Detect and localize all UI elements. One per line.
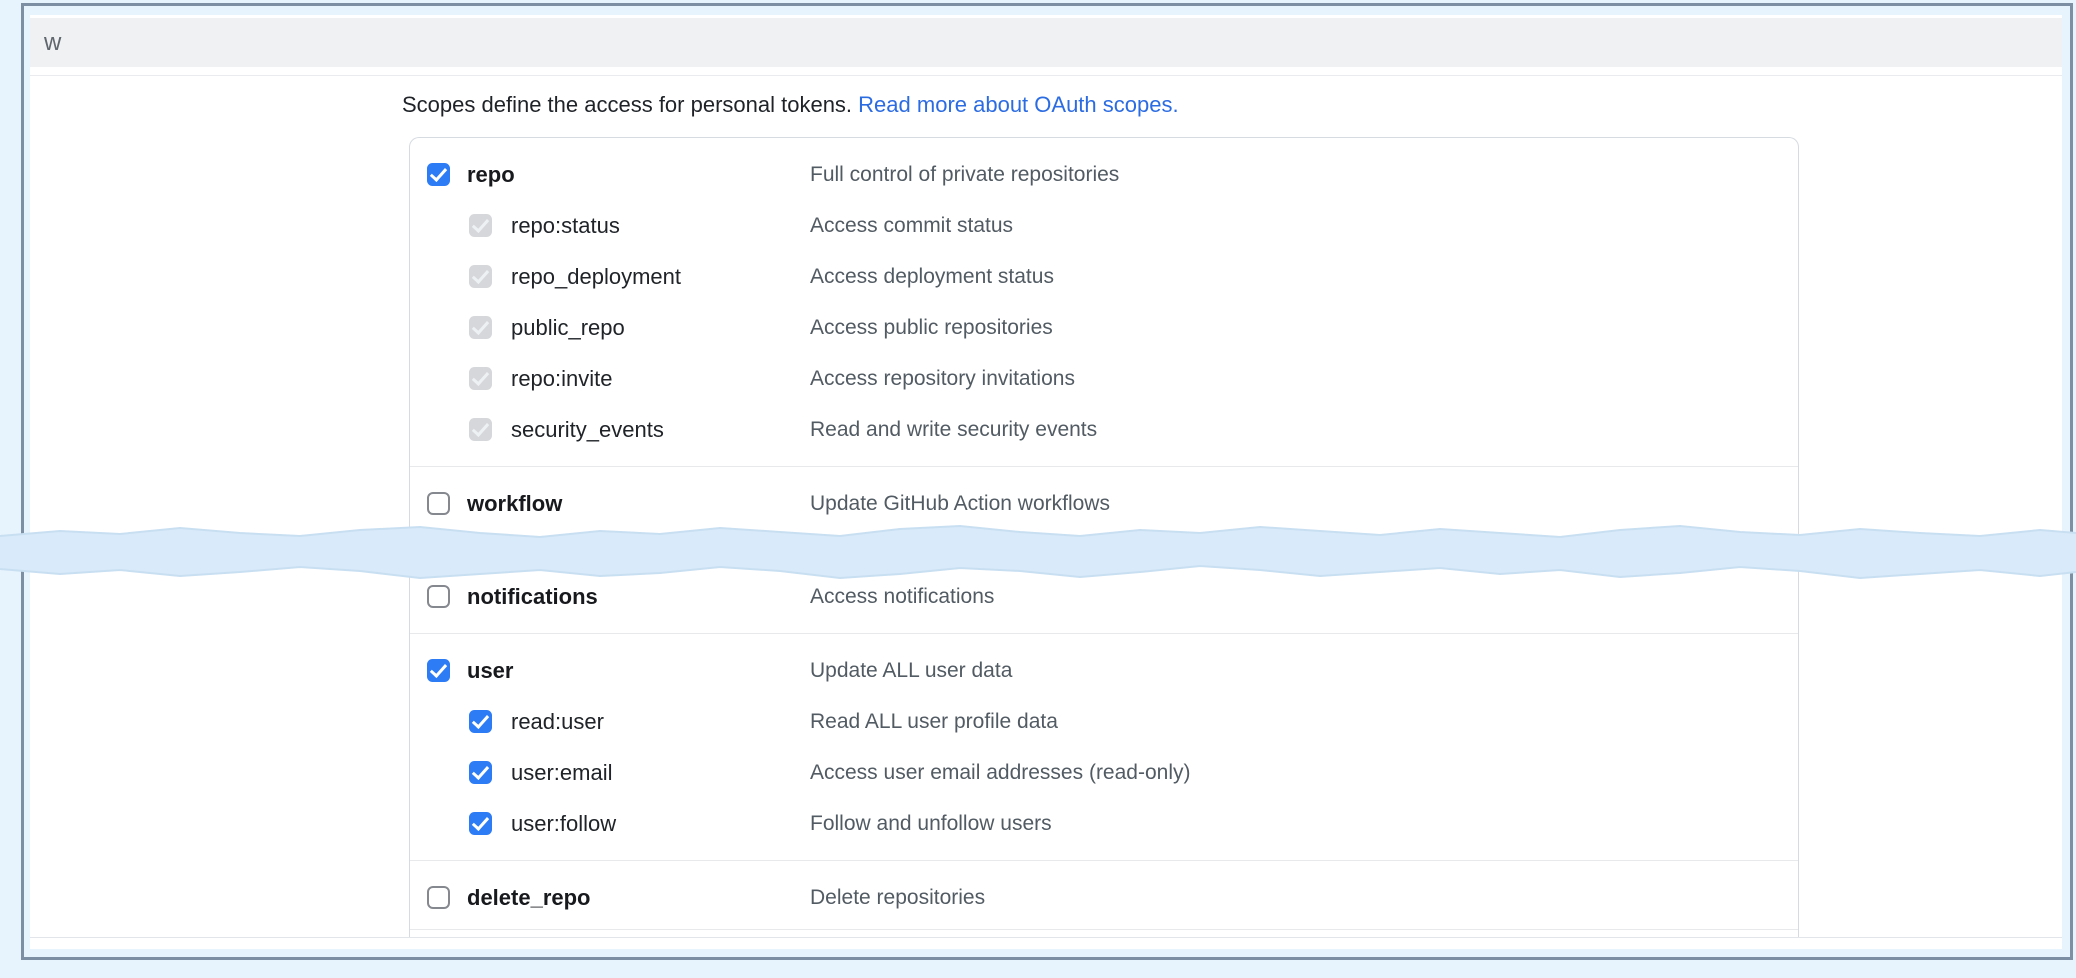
checkbox-repo-status bbox=[469, 214, 492, 237]
scope-description: Delete repositories bbox=[810, 886, 985, 910]
scope-label[interactable]: read:user bbox=[511, 709, 604, 735]
scope-label[interactable]: workflow bbox=[467, 491, 562, 517]
scope-group-workflow: workflow Update GitHub Action workflows bbox=[410, 467, 1798, 540]
content-bottom-divider bbox=[30, 937, 2062, 938]
checkbox-user-email[interactable] bbox=[469, 761, 492, 784]
scope-description: Access user email addresses (read-only) bbox=[810, 761, 1190, 785]
checkbox-workflow[interactable] bbox=[427, 492, 450, 515]
scope-label: repo:status bbox=[511, 213, 620, 239]
scope-group-notifications: notifications Access notifications bbox=[410, 560, 1798, 633]
scope-description: Access notifications bbox=[810, 585, 994, 609]
scope-label: repo_deployment bbox=[511, 264, 681, 290]
checkbox-security-events bbox=[469, 418, 492, 441]
scope-row-repo: repo Full control of private repositorie… bbox=[410, 149, 1798, 200]
scopes-note-text: Scopes define the access for personal to… bbox=[402, 92, 852, 117]
scope-row-user-follow: user:follow Follow and unfollow users bbox=[410, 798, 1798, 849]
scope-description: Access deployment status bbox=[810, 265, 1054, 289]
scope-row-read-user: read:user Read ALL user profile data bbox=[410, 696, 1798, 747]
scope-label[interactable]: repo bbox=[467, 162, 515, 188]
scope-group-user: user Update ALL user data read:user Read… bbox=[410, 634, 1798, 860]
scope-description: Update GitHub Action workflows bbox=[810, 492, 1110, 516]
scope-description: Read ALL user profile data bbox=[810, 710, 1058, 734]
scope-description: Access commit status bbox=[810, 214, 1013, 238]
scopes-list: repo Full control of private repositorie… bbox=[409, 137, 1799, 938]
scope-row-user: user Update ALL user data bbox=[410, 645, 1798, 696]
checkbox-repo-invite bbox=[469, 367, 492, 390]
checkbox-read-user[interactable] bbox=[469, 710, 492, 733]
token-scopes-section: Scopes define the access for personal to… bbox=[30, 76, 2062, 938]
scope-row-user-email: user:email Access user email addresses (… bbox=[410, 747, 1798, 798]
scope-row-repo-deployment: repo_deployment Access deployment status bbox=[410, 251, 1798, 302]
scope-label: security_events bbox=[511, 417, 664, 443]
page-content: w Scopes define the access for personal … bbox=[30, 15, 2062, 949]
scope-description: Follow and unfollow users bbox=[810, 812, 1052, 836]
scope-description: Full control of private repositories bbox=[810, 163, 1119, 187]
scope-row-repo-status: repo:status Access commit status bbox=[410, 200, 1798, 251]
checkbox-notifications[interactable] bbox=[427, 585, 450, 608]
checkbox-repo[interactable] bbox=[427, 163, 450, 186]
scope-label[interactable]: user:email bbox=[511, 760, 612, 786]
scope-row-notifications: notifications Access notifications bbox=[410, 571, 1798, 622]
checkbox-user-follow[interactable] bbox=[469, 812, 492, 835]
scope-label: repo:invite bbox=[511, 366, 613, 392]
browser-frame: w Scopes define the access for personal … bbox=[21, 3, 2073, 960]
oauth-scopes-link[interactable]: Read more about OAuth scopes. bbox=[858, 92, 1178, 117]
scope-group-delete-repo: delete_repo Delete repositories bbox=[410, 861, 1798, 929]
scope-description: Access public repositories bbox=[810, 316, 1053, 340]
scope-row-repo-invite: repo:invite Access repository invitation… bbox=[410, 353, 1798, 404]
header-bar-text: w bbox=[44, 29, 61, 57]
scope-row-workflow: workflow Update GitHub Action workflows bbox=[410, 478, 1798, 529]
scope-label[interactable]: delete_repo bbox=[467, 885, 591, 911]
scope-group-repo: repo Full control of private repositorie… bbox=[410, 138, 1798, 466]
checkbox-public-repo bbox=[469, 316, 492, 339]
scopes-note: Scopes define the access for personal to… bbox=[402, 91, 2062, 118]
scope-description: Update ALL user data bbox=[810, 659, 1012, 683]
scope-row-security-events: security_events Read and write security … bbox=[410, 404, 1798, 455]
scope-row-public-repo: public_repo Access public repositories bbox=[410, 302, 1798, 353]
scope-label[interactable]: notifications bbox=[467, 584, 598, 610]
checkbox-repo-deployment bbox=[469, 265, 492, 288]
scope-label[interactable]: user:follow bbox=[511, 811, 616, 837]
checkbox-user[interactable] bbox=[427, 659, 450, 682]
hidden-torn-region bbox=[410, 540, 1798, 560]
scope-label[interactable]: user bbox=[467, 658, 513, 684]
collapsed-header-bar: w bbox=[30, 18, 2062, 67]
checkbox-delete-repo[interactable] bbox=[427, 886, 450, 909]
scope-row-delete-repo: delete_repo Delete repositories bbox=[410, 872, 1798, 923]
scope-description: Read and write security events bbox=[810, 418, 1097, 442]
scope-description: Access repository invitations bbox=[810, 367, 1075, 391]
scope-label: public_repo bbox=[511, 315, 625, 341]
